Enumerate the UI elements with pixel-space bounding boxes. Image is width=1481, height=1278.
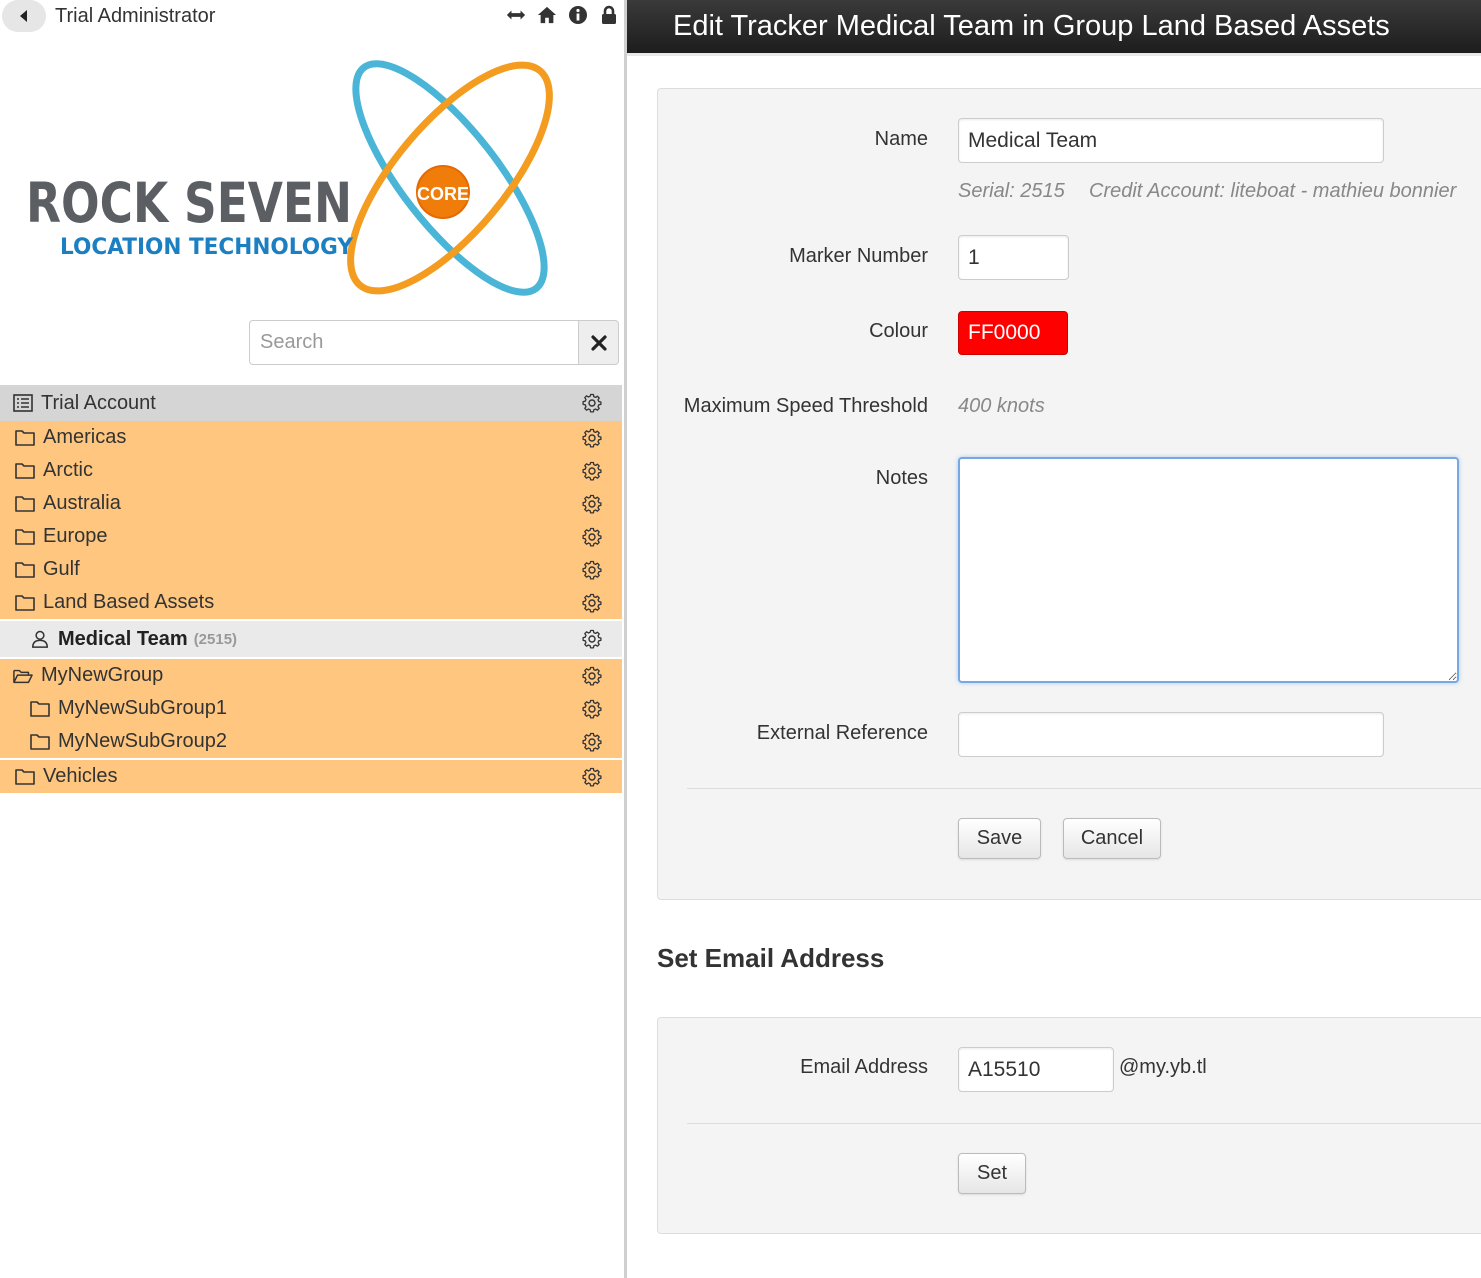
set-email-button[interactable]: Set [958,1153,1026,1194]
folder-icon [14,527,36,547]
form-divider [687,1123,1481,1124]
group-label: MyNewGroup [41,664,164,686]
logo-brand: ROCK SEVEN [26,171,352,235]
group-label: Vehicles [43,765,118,787]
logo-badge: CORE [417,184,469,204]
group-label: Land Based Assets [43,591,215,613]
folder-icon [14,461,36,481]
tree-group-row[interactable]: Australia [0,487,622,520]
folder-icon [14,428,36,448]
max-speed-value: 400 knots [958,395,1045,417]
serial-text: Serial: 2515 [958,180,1065,202]
gear-icon[interactable] [581,766,603,788]
close-icon [590,334,607,351]
group-label: Australia [43,492,121,514]
clear-search-button[interactable] [578,320,619,365]
tree-tracker-row[interactable]: Medical Team (2515) [0,621,622,657]
tree-group-vehicles[interactable]: Vehicles [0,760,622,793]
gear-icon[interactable] [581,392,603,414]
gear-icon[interactable] [581,731,603,753]
gear-icon[interactable] [581,460,603,482]
tracker-serial: (2515) [193,630,238,648]
notes-label: Notes [875,467,928,489]
email-domain-suffix: @my.yb.tl [1119,1056,1207,1078]
resize-arrows-icon[interactable] [505,4,527,26]
folder-icon [14,494,36,514]
gear-icon[interactable] [581,592,603,614]
marker-number-input[interactable] [958,235,1069,280]
main-content: Edit Tracker Medical Team in Group Land … [627,0,1481,1278]
notes-textarea[interactable] [958,457,1459,683]
name-label: Name [874,128,928,150]
gear-icon[interactable] [581,628,603,650]
tracker-label: Medical Team [58,627,188,650]
gear-icon[interactable] [581,493,603,515]
save-button[interactable]: Save [958,818,1041,859]
folder-icon [14,767,36,787]
tree-group-row[interactable]: Europe [0,520,622,553]
group-label: Gulf [43,558,80,580]
back-button[interactable] [2,0,46,32]
tree-group-row[interactable]: Gulf [0,553,622,586]
logo-tagline: LOCATION TECHNOLOGY [60,235,354,260]
info-icon[interactable] [567,4,589,26]
name-input[interactable] [958,118,1384,163]
external-reference-label: External Reference [756,722,928,744]
list-icon [12,393,34,413]
marker-number-label: Marker Number [789,245,928,267]
colour-picker[interactable]: FF0000 [958,311,1068,355]
tree-account-label: Trial Account [41,391,156,414]
user-icon [29,629,51,649]
tree-subgroup-row[interactable]: MyNewSubGroup1 [0,692,622,725]
group-tree: Trial Account Americas Arctic Australia Eur… [0,385,622,793]
user-name: Trial Administrator [55,5,216,27]
gear-icon[interactable] [581,559,603,581]
home-icon[interactable] [536,4,558,26]
tree-group-row[interactable]: Land Based Assets [0,586,622,619]
lock-icon[interactable] [598,4,620,26]
email-section-title: Set Email Address [657,943,885,973]
group-label: Americas [43,426,127,448]
tree-group-mynewgroup[interactable]: MyNewGroup [0,659,622,692]
folder-open-icon [12,666,34,686]
email-address-label: Email Address [800,1056,928,1078]
subgroup-label: MyNewSubGroup1 [58,697,227,719]
edit-tracker-form: Name Serial: 2515 Credit Account: litebo… [657,88,1481,900]
page-title: Edit Tracker Medical Team in Group Land … [627,0,1481,56]
tree-account-row[interactable]: Trial Account [0,385,622,421]
tree-group-row[interactable]: Arctic [0,454,622,487]
folder-icon [29,699,51,719]
email-form: Email Address @my.yb.tl Set [657,1017,1481,1234]
tree-subgroup-row[interactable]: MyNewSubGroup2 [0,725,622,758]
tree-group-row[interactable]: Americas [0,421,622,454]
gear-icon[interactable] [581,427,603,449]
group-label: Arctic [43,459,93,481]
subgroup-label: MyNewSubGroup2 [58,730,227,752]
form-divider [687,788,1481,789]
search-box [249,320,619,365]
group-label: Europe [43,525,108,547]
caret-left-icon [20,10,27,22]
sidebar-topbar: Trial Administrator [0,0,622,34]
folder-icon [14,560,36,580]
colour-label: Colour [869,320,928,342]
max-speed-label: Maximum Speed Threshold [683,395,928,417]
email-address-input[interactable] [958,1047,1114,1092]
external-reference-input[interactable] [958,712,1384,757]
top-icon-bar [505,4,620,26]
cancel-button[interactable]: Cancel [1063,818,1161,859]
rock-seven-logo: CORE ROCK SEVEN LOCATION TECHNOLOGY [20,40,610,315]
credit-account-text: Credit Account: liteboat - mathieu bonni… [1089,180,1457,202]
sidebar: Trial Administrator CORE ROCK SEVEN LOCA… [0,0,622,1278]
gear-icon[interactable] [581,665,603,687]
folder-icon [29,732,51,752]
folder-icon [14,593,36,613]
gear-icon[interactable] [581,526,603,548]
search-input[interactable] [249,320,578,365]
gear-icon[interactable] [581,698,603,720]
